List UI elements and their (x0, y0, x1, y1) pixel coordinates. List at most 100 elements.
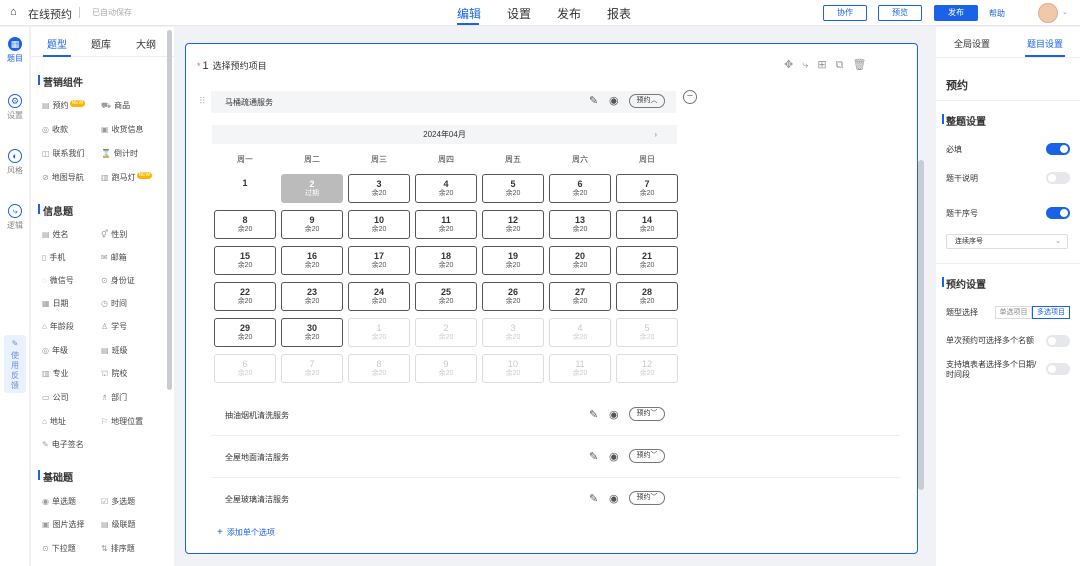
publish-button[interactable]: 发布 (934, 5, 978, 21)
comp-grade[interactable]: ◎ 年级 (42, 345, 68, 356)
edit-icon[interactable]: ✎ (589, 450, 598, 463)
question-card[interactable]: * 1 选择预约项目 ✥⤷⊞⧉🗑 ⠿ 马桶疏通服务 ✎ ◉ 预约︿ − 2024年0… (185, 43, 918, 554)
required-toggle[interactable] (1046, 143, 1070, 155)
eye-icon[interactable]: ◉ (609, 94, 619, 107)
nav-report[interactable]: 报表 (607, 5, 631, 22)
comp-single-choice[interactable]: ◉ 单选题 (42, 496, 76, 507)
comp-image-choice[interactable]: ▣ 图片选择 (42, 519, 85, 530)
calendar-day[interactable]: 21 余20 (616, 246, 678, 275)
eye-icon[interactable]: ◉ (609, 408, 619, 421)
nav-settings[interactable]: 设置 (507, 5, 531, 22)
calendar-day[interactable]: 12 余20 (482, 210, 544, 239)
comp-signature[interactable]: ✎ 电子签名 (42, 439, 84, 450)
comp-dropdown[interactable]: ⊙ 下拉题 (42, 543, 76, 554)
comp-class[interactable]: ▤ 班级 (101, 345, 128, 356)
calendar-day[interactable]: 8 余20 (214, 210, 276, 239)
edit-icon[interactable]: ✎ (589, 408, 598, 421)
calendar-day[interactable]: 20 余20 (549, 246, 611, 275)
calendar-day[interactable]: 29 余20 (214, 318, 276, 347)
calendar-day[interactable]: 17 余20 (348, 246, 410, 275)
desc-toggle[interactable] (1046, 172, 1070, 184)
comp-age[interactable]: ⌂ 年龄段 (42, 321, 74, 332)
calendar-day[interactable]: 4 余20 (415, 174, 477, 203)
chevron-right-icon[interactable]: › (654, 125, 657, 144)
comp-department[interactable]: ♗ 部门 (101, 392, 127, 403)
remove-option-icon[interactable]: − (683, 90, 697, 104)
comp-cascade[interactable]: ▤ 级联题 (101, 519, 136, 530)
component-scrollbar[interactable] (167, 30, 172, 390)
eye-icon[interactable]: ◉ (609, 492, 619, 505)
comp-product[interactable]: ⛟ 商品 (101, 100, 130, 111)
edit-icon[interactable]: ✎ (589, 492, 598, 505)
calendar-day[interactable]: 3 余20 (348, 174, 410, 203)
appointment-toggle[interactable]: 预约﹀ (629, 491, 665, 505)
calendar-day[interactable]: 25 余20 (415, 282, 477, 311)
rail-item-logic[interactable]: ⤷ 逻辑 (0, 204, 30, 231)
calendar-day[interactable]: 23 余20 (281, 282, 343, 311)
calendar-day[interactable]: 19 余20 (482, 246, 544, 275)
calendar-day[interactable]: 24 余20 (348, 282, 410, 311)
seq-toggle[interactable] (1046, 207, 1070, 219)
calendar-day[interactable]: 5 余20 (482, 174, 544, 203)
comp-gender[interactable]: ⚥ 性别 (101, 229, 127, 240)
rail-item-settings[interactable]: ⚙ 设置 (0, 94, 30, 121)
comp-student-id[interactable]: ♙ 学号 (101, 321, 127, 332)
avatar[interactable] (1038, 3, 1058, 23)
edit-icon[interactable]: ✎ (589, 94, 598, 107)
calendar-day[interactable]: 11 余20 (415, 210, 477, 239)
tab-types[interactable]: 题型 (47, 36, 67, 51)
type-single-option[interactable]: 单选项目 (995, 306, 1032, 319)
comp-location[interactable]: ⚐ 地理位置 (101, 416, 143, 427)
comp-name[interactable]: ▤ 姓名 (42, 229, 69, 240)
calendar-day[interactable]: 26 余20 (482, 282, 544, 311)
calendar-day[interactable]: 7 余20 (616, 174, 678, 203)
multi-quota-toggle[interactable] (1046, 335, 1070, 347)
chevron-down-icon[interactable]: ⌄ (1062, 8, 1068, 16)
multi-date-toggle[interactable] (1046, 363, 1070, 375)
calendar-day[interactable]: 15 余20 (214, 246, 276, 275)
comp-school[interactable]: ⛫ 院校 (101, 368, 127, 379)
appointment-toggle[interactable]: 预约︿ (629, 94, 665, 108)
comp-company[interactable]: ▭ 公司 (42, 392, 69, 403)
calendar-day[interactable]: 6 余20 (549, 174, 611, 203)
tab-library[interactable]: 题库 (91, 36, 111, 51)
add-option-button[interactable]: + 添加单个选项 (217, 527, 275, 538)
comp-major[interactable]: ▥ 专业 (42, 368, 69, 379)
feedback-button[interactable]: ✎ 使用反馈 (4, 335, 26, 393)
help-link[interactable]: 帮助 (989, 8, 1005, 19)
branch-icon[interactable]: ⤷ (802, 59, 817, 71)
calendar-day[interactable]: 16 余20 (281, 246, 343, 275)
comp-address[interactable]: ⌂ 地址 (42, 416, 66, 427)
comp-date[interactable]: ▦ 日期 (42, 298, 69, 309)
eye-icon[interactable]: ◉ (609, 450, 619, 463)
seq-select[interactable]: 连续序号 ⌄ (946, 234, 1068, 249)
copy-icon[interactable]: ⧉ (836, 59, 853, 71)
calendar-day[interactable]: 13 余20 (549, 210, 611, 239)
option-label[interactable]: 马桶疏通服务 (225, 97, 273, 108)
move-icon[interactable]: ✥ (784, 59, 802, 71)
comp-marquee[interactable]: ▥ 跑马灯 NEW (101, 172, 153, 183)
comp-multi-choice[interactable]: ☑ 多选题 (101, 496, 135, 507)
comp-wechat[interactable]: ◌ 微信号 (42, 275, 74, 286)
comp-idcard[interactable]: ⊙ 身份证 (101, 275, 135, 286)
option-label[interactable]: 全屋地面清洁服务 (225, 452, 289, 463)
comp-time[interactable]: ◷ 时间 (101, 298, 127, 309)
type-multi-option[interactable]: 多选项目 (1032, 306, 1070, 319)
rail-item-style[interactable]: ◐ 风格 (0, 149, 30, 176)
calendar-day[interactable]: 18 余20 (415, 246, 477, 275)
rail-item-questions[interactable]: ▦ 题目 (0, 37, 30, 64)
preview-button[interactable]: 预览 (878, 5, 922, 21)
canvas-scrollbar[interactable] (918, 160, 924, 490)
tab-outline[interactable]: 大纲 (136, 36, 156, 51)
appointment-toggle[interactable]: 预约﹀ (629, 449, 665, 463)
option-row[interactable]: 全屋地面清洁服务 ✎ ◉ 预约﹀ (211, 438, 900, 478)
calendar-day[interactable]: 14 余20 (616, 210, 678, 239)
option-label[interactable]: 抽油烟机清洗服务 (225, 410, 289, 421)
option-row[interactable]: ⠿ 马桶疏通服务 ✎ ◉ 预约︿ (199, 91, 676, 113)
calendar-day[interactable]: 27 余20 (549, 282, 611, 311)
calendar-day[interactable]: 28 余20 (616, 282, 678, 311)
option-label[interactable]: 全屋玻璃清洁服务 (225, 494, 289, 505)
comp-appointment[interactable]: ▤ 预约 NEW (42, 100, 86, 111)
option-row[interactable]: 全屋玻璃清洁服务 ✎ ◉ 预约﹀ (211, 480, 900, 520)
comp-payment[interactable]: ◎ 收款 (42, 124, 68, 135)
